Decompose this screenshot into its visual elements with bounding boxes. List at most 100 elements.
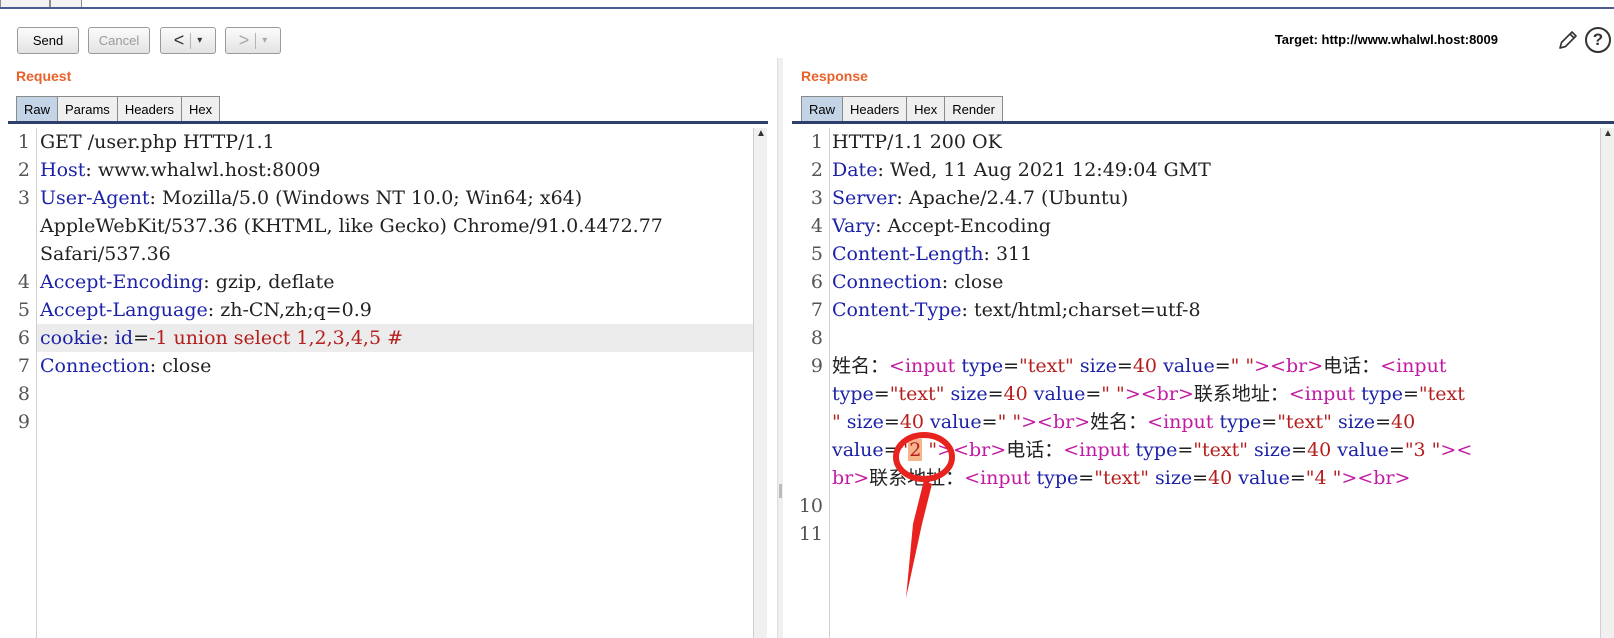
back-arrow-icon: < bbox=[173, 30, 185, 50]
scroll-up-icon[interactable]: ▲ bbox=[1603, 128, 1613, 139]
html-attr: size bbox=[950, 383, 988, 405]
button-separator bbox=[255, 32, 257, 49]
request-tab-underline bbox=[8, 121, 768, 124]
header-key: Vary bbox=[832, 215, 876, 237]
header-line: Content-Type: text/html;charset=utf-8 bbox=[832, 296, 1472, 324]
line-number: 3 bbox=[810, 187, 823, 209]
header-value: : zh-CN,zh;q=0.9 bbox=[207, 299, 372, 321]
html-number: 40 bbox=[1132, 355, 1158, 377]
back-button[interactable]: < ▾ bbox=[160, 27, 216, 54]
html-tag: br bbox=[1286, 355, 1308, 377]
header-line: Vary: Accept-Encoding bbox=[832, 212, 1472, 240]
request-tab-hex[interactable]: Hex bbox=[180, 96, 221, 122]
button-separator bbox=[190, 32, 192, 49]
html-attr: value bbox=[1238, 467, 1290, 489]
html-string: "text bbox=[1277, 411, 1324, 433]
html-string: "text bbox=[1418, 383, 1465, 405]
header-line: Date: Wed, 11 Aug 2021 12:49:04 GMT bbox=[832, 156, 1472, 184]
annotation-overlay bbox=[893, 432, 955, 598]
header-line: Content-Length: 311 bbox=[832, 240, 1472, 268]
header-value: AppleWebKit/537.36 (KHTML, like Gecko) C… bbox=[40, 215, 663, 237]
request-tab-headers[interactable]: Headers bbox=[116, 96, 182, 122]
splitter-grip[interactable] bbox=[779, 484, 782, 498]
html-tag: br bbox=[832, 467, 854, 489]
cookie-line: cookie: id=-1 union select 1,2,3,4,5 # bbox=[40, 324, 663, 352]
html-attr: value bbox=[1337, 439, 1389, 461]
response-tab-render[interactable]: Render bbox=[944, 96, 1003, 122]
phone-label: 电话： bbox=[1323, 355, 1381, 377]
request-code[interactable]: GET /user.php HTTP/1.1 Host: www.whalwl.… bbox=[40, 128, 663, 380]
line-number: 8 bbox=[17, 383, 30, 405]
header-value: : Wed, 11 Aug 2021 12:49:04 GMT bbox=[877, 159, 1211, 181]
line-number: 2 bbox=[810, 159, 823, 181]
annotation-arrow bbox=[906, 480, 932, 598]
line-number: 8 bbox=[810, 327, 823, 349]
header-key: cookie bbox=[40, 327, 103, 349]
request-tab-raw[interactable]: Raw bbox=[16, 96, 59, 122]
response-scrollbar[interactable]: ▲ bbox=[1600, 128, 1614, 638]
response-tab-hex[interactable]: Hex bbox=[906, 96, 946, 122]
header-value: : gzip, deflate bbox=[203, 271, 335, 293]
line-number: 7 bbox=[17, 355, 30, 377]
header-line-wrap: AppleWebKit/537.36 (KHTML, like Gecko) C… bbox=[40, 212, 663, 240]
request-title: Request bbox=[16, 68, 72, 84]
html-attr: size bbox=[846, 411, 884, 433]
response-title: Response bbox=[801, 68, 868, 84]
header-value: : Mozilla/5.0 (Windows NT 10.0; Win64; x… bbox=[149, 187, 583, 209]
header-value: Safari/537.36 bbox=[40, 243, 171, 265]
header-key: User-Agent bbox=[40, 187, 150, 209]
response-tabs: Raw Headers Hex Render bbox=[801, 96, 1003, 122]
html-string: "3 " bbox=[1404, 439, 1441, 461]
response-tab-raw[interactable]: Raw bbox=[801, 96, 844, 122]
header-key: Host bbox=[40, 159, 86, 181]
cookie-equals: = bbox=[133, 327, 149, 349]
header-key: Date bbox=[832, 159, 878, 181]
html-tag: br bbox=[1052, 411, 1075, 433]
annotation-circle bbox=[893, 432, 955, 482]
header-value: : Apache/2.4.7 (Ubuntu) bbox=[896, 187, 1129, 209]
html-attr: size bbox=[1254, 439, 1292, 461]
html-attr: value bbox=[1163, 355, 1215, 377]
help-icon[interactable]: ? bbox=[1585, 27, 1611, 53]
header-key: Server bbox=[832, 187, 897, 209]
request-editor[interactable]: 1 2 3 4 5 6 7 8 9 GET /user.php HTTP/1.1… bbox=[8, 128, 754, 638]
top-tab-strip bbox=[0, 0, 1614, 10]
request-tab-params[interactable]: Params bbox=[57, 96, 118, 122]
header-value: : 311 bbox=[983, 243, 1033, 265]
response-tab-underline bbox=[792, 121, 1614, 124]
html-attr: type bbox=[961, 355, 1004, 377]
header-line: User-Agent: Mozilla/5.0 (Windows NT 10.0… bbox=[40, 184, 663, 212]
header-key: Accept-Encoding bbox=[40, 271, 204, 293]
html-tag: input bbox=[904, 355, 956, 377]
html-attr: type bbox=[1361, 383, 1403, 405]
name-label: 姓名： bbox=[832, 355, 890, 377]
html-string: "text bbox=[889, 383, 936, 405]
request-gutter: 1 2 3 4 5 6 7 8 9 bbox=[8, 128, 37, 638]
html-number: 40 bbox=[1003, 383, 1028, 405]
request-line: GET /user.php HTTP/1.1 bbox=[40, 128, 663, 156]
target-host-label[interactable]: Target: http://www.whalwl.host:8009 bbox=[1275, 32, 1498, 47]
body-line-wrap: type="text" size=40 value=" "><br>联系地址：<… bbox=[832, 383, 1465, 405]
header-line: Connection: close bbox=[40, 352, 663, 380]
response-tab-headers[interactable]: Headers bbox=[842, 96, 908, 122]
scroll-up-icon[interactable]: ▲ bbox=[756, 128, 766, 139]
html-string: " " bbox=[1230, 355, 1255, 377]
response-gutter: 1 2 3 4 5 6 7 8 9 10 11 bbox=[792, 128, 830, 638]
pencil-icon[interactable] bbox=[1556, 28, 1580, 52]
send-button[interactable]: Send bbox=[17, 27, 79, 54]
pane-splitter[interactable] bbox=[777, 58, 783, 638]
html-tag: input bbox=[1304, 383, 1356, 405]
forward-button[interactable]: > ▾ bbox=[225, 27, 281, 54]
html-attr: size bbox=[1337, 411, 1376, 433]
html-tag: br bbox=[1373, 467, 1395, 489]
html-attr: size bbox=[1155, 467, 1193, 489]
request-scrollbar[interactable]: ▲ bbox=[753, 128, 767, 638]
header-value: : close bbox=[941, 271, 1004, 293]
header-line: Server: Apache/2.4.7 (Ubuntu) bbox=[832, 184, 1472, 212]
html-tag: input bbox=[1163, 411, 1214, 433]
html-attr: type bbox=[832, 383, 874, 405]
cancel-button[interactable]: Cancel bbox=[88, 27, 150, 54]
line-number: 5 bbox=[17, 299, 30, 321]
html-string: "text bbox=[1094, 467, 1141, 489]
